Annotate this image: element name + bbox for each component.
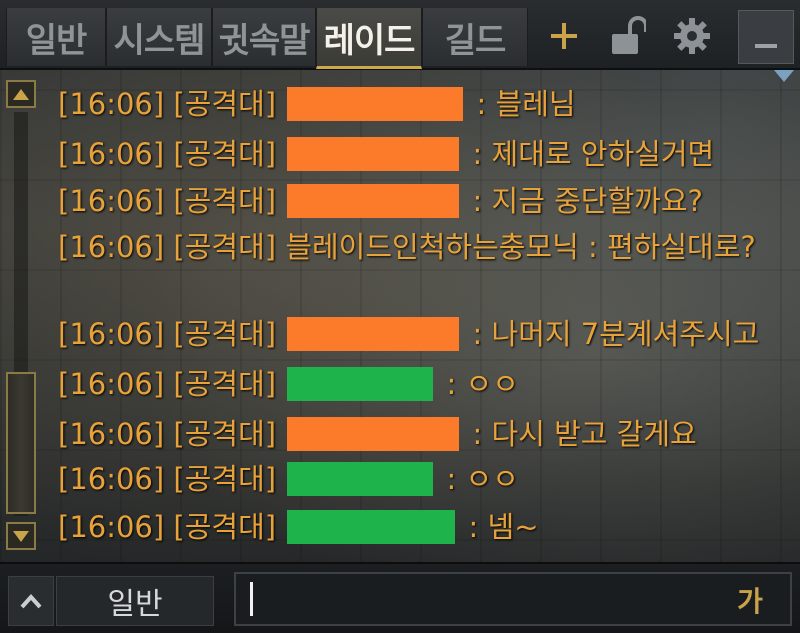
chevron-up-icon — [20, 594, 42, 609]
message-sender[interactable]: 블레이드인척하는충모닉 — [285, 230, 578, 264]
chat-message: [16:06] [공격대] : 다시 받고 갈게요 — [58, 410, 697, 456]
redacted-sender — [287, 462, 434, 496]
message-time: [16:06] — [58, 317, 165, 351]
chat-input[interactable] — [234, 572, 792, 626]
message-channel: [공격대] — [173, 137, 277, 171]
message-time: [16:06] — [58, 367, 165, 401]
message-time: [16:06] — [58, 510, 165, 544]
triangle-down-icon — [13, 530, 29, 542]
chat-input-bar: 일반 가 — [0, 562, 800, 633]
chat-tab-bar: 일반 시스템 귓속말 레이드 길드 — [0, 0, 800, 70]
redacted-sender — [287, 137, 460, 171]
message-text: : ㅇㅇ — [446, 462, 519, 496]
message-channel: [공격대] — [173, 317, 277, 351]
message-channel: [공격대] — [173, 417, 277, 451]
message-channel: [공격대] — [173, 367, 277, 401]
message-text: : ㅇㅇ — [446, 367, 519, 401]
chat-message: [16:06] [공격대] : 나머지 7분계셔주시고 — [58, 310, 759, 356]
message-channel: [공격대] — [173, 184, 277, 218]
message-time: [16:06] — [58, 230, 165, 264]
scroll-down-button[interactable] — [6, 522, 36, 550]
chat-message: [16:06] [공격대] : 블레님 — [58, 80, 576, 126]
plus-icon-glyph — [551, 23, 577, 49]
message-text: : 제대로 안하실거면 — [472, 137, 715, 171]
redacted-sender — [287, 417, 460, 451]
chat-message: [16:06] [공격대] : 제대로 안하실거면 — [58, 130, 714, 176]
redacted-sender — [287, 317, 460, 351]
channel-select[interactable]: 일반 — [56, 576, 214, 626]
triangle-up-icon — [13, 88, 29, 100]
unlock-icon-glyph — [612, 16, 646, 54]
tab-general[interactable]: 일반 — [6, 8, 106, 66]
redacted-sender — [287, 367, 434, 401]
redacted-sender — [287, 87, 464, 121]
message-text: : 지금 중단할까요? — [472, 184, 703, 218]
message-text: : 넴~ — [468, 510, 539, 544]
scroll-thumb[interactable] — [6, 372, 36, 514]
gear-icon-glyph — [674, 18, 710, 54]
tab-raid[interactable]: 레이드 — [316, 8, 422, 69]
ime-toggle[interactable]: 가 — [728, 578, 772, 622]
chat-message: [16:06] [공격대] : ㅇㅇ — [58, 455, 519, 501]
message-text: : 다시 받고 갈게요 — [472, 417, 697, 451]
chat-message: [16:06] [공격대] : ㅇㅇ — [58, 360, 519, 406]
message-time: [16:06] — [58, 417, 165, 451]
message-text: : 편하실대로? — [588, 230, 756, 264]
message-channel: [공격대] — [173, 462, 277, 496]
tab-whisper[interactable]: 귓속말 — [212, 8, 316, 66]
plus-icon[interactable] — [540, 10, 588, 62]
minimize-icon[interactable] — [738, 10, 794, 64]
chat-message: [16:06] [공격대] : 지금 중단할까요? — [58, 177, 703, 223]
tab-system[interactable]: 시스템 — [106, 8, 212, 66]
tab-guild[interactable]: 길드 — [422, 8, 528, 66]
chat-message: [16:06] [공격대] 블레이드인척하는충모닉 : 편하실대로? — [58, 222, 778, 270]
minimize-icon-glyph — [755, 44, 777, 48]
message-channel: [공격대] — [173, 510, 277, 544]
message-text: : 블레님 — [476, 87, 576, 121]
message-channel: [공격대] — [173, 87, 277, 121]
redacted-sender — [287, 510, 456, 544]
chat-message: [16:06] [공격대] : 넴~ — [58, 503, 539, 549]
message-text: : 나머지 7분계셔주시고 — [472, 317, 760, 351]
channel-expand-button[interactable] — [8, 576, 54, 626]
message-time: [16:06] — [58, 87, 165, 121]
unlock-icon[interactable] — [604, 10, 652, 62]
text-caret — [250, 582, 253, 616]
message-channel: [공격대] — [173, 230, 277, 264]
message-time: [16:06] — [58, 462, 165, 496]
message-time: [16:06] — [58, 137, 165, 171]
redacted-sender — [287, 184, 460, 218]
gear-icon[interactable] — [668, 10, 716, 62]
resize-corner-icon[interactable] — [774, 70, 794, 82]
scroll-up-button[interactable] — [6, 80, 36, 108]
message-time: [16:06] — [58, 184, 165, 218]
